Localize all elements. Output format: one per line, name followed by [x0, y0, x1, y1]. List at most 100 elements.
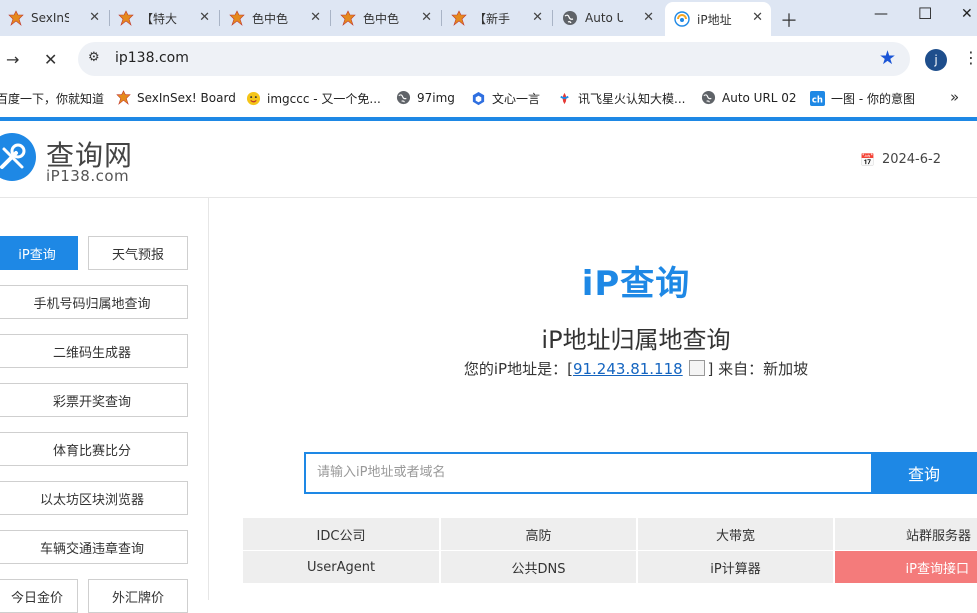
ip-location: ] 来自：新加坡 — [707, 360, 809, 378]
tab-4[interactable]: 色中色 ✕ — [340, 2, 440, 34]
bookmark-item[interactable]: 文心一言 — [471, 90, 540, 107]
sidebar-item-lottery[interactable]: 彩票开奖查询 — [0, 383, 188, 417]
tab-divider — [552, 10, 553, 26]
tab-3[interactable]: 色中色 ✕ — [229, 2, 329, 34]
search-input[interactable]: 请输入iP地址或者域名 — [304, 452, 872, 494]
bookmark-item[interactable]: 百度一下，你就知道 — [0, 90, 104, 107]
sidebar-item-ip-query[interactable]: iP查询 — [0, 236, 78, 270]
bookmark-label: 文心一言 — [492, 92, 541, 106]
link-bandwidth[interactable]: 大带宽 — [638, 518, 833, 550]
logo-tools-icon[interactable] — [0, 133, 36, 181]
stop-loading-icon[interactable]: ✕ — [44, 50, 57, 69]
ip-address-link[interactable]: 91.243.81.118 — [573, 360, 683, 378]
sidebar-item-traffic[interactable]: 车辆交通违章查询 — [0, 530, 188, 564]
link-ip-calculator[interactable]: iP计算器 — [638, 551, 833, 583]
sidebar-item-weather[interactable]: 天气预报 — [88, 236, 188, 270]
tab-6[interactable]: Auto U ✕ — [562, 2, 662, 34]
tab-title: Auto U — [585, 11, 623, 25]
globe-icon — [396, 90, 411, 105]
close-tab-icon[interactable]: ✕ — [89, 10, 100, 25]
bookmark-label: 一图 - 你的意图 — [831, 92, 915, 106]
bookmark-item[interactable]: 讯飞星火认知大模... — [557, 90, 685, 107]
page-title: iP查询 — [581, 264, 691, 304]
tab-favicon-icon — [229, 10, 245, 26]
globe-icon — [701, 90, 716, 105]
bookmark-item[interactable]: imgccc - 又一个免... — [246, 90, 381, 107]
browser-toolbar: → ✕ ⚙ ip138.com ★ — [0, 36, 977, 82]
bookmark-label: SexInSex! Board — [137, 90, 236, 105]
profile-avatar[interactable]: j — [925, 49, 947, 71]
bookmark-label: 百度一下，你就知道 — [0, 92, 105, 106]
tab-title: iP地址 — [697, 12, 732, 27]
tab-favicon-icon — [451, 10, 467, 26]
site-header: 查询网 iP138.com 📅 2024-6-2 — [0, 121, 977, 198]
main-content: iP查询 iP地址归属地查询 您的iP地址是：[91.243.81.118 ] … — [210, 198, 977, 600]
date-display: 📅 2024-6-2 — [860, 152, 941, 167]
globe-icon — [563, 11, 577, 25]
tab-title: 【特大 — [141, 11, 178, 26]
tab-title: 色中色 — [363, 11, 400, 26]
tab-active[interactable]: iP地址 ✕ — [665, 2, 771, 36]
sidebar-item-forex[interactable]: 外汇牌价 — [88, 579, 188, 613]
broken-image-icon — [689, 360, 706, 376]
link-public-dns[interactable]: 公共DNS — [441, 551, 636, 583]
bookmark-label: 讯飞星火认知大模... — [578, 92, 686, 106]
bookmark-item[interactable]: Auto URL 02 — [701, 90, 797, 105]
close-tab-icon[interactable]: ✕ — [752, 10, 763, 25]
close-tab-icon[interactable]: ✕ — [643, 10, 654, 25]
sidebar-item-sports[interactable]: 体育比赛比分 — [0, 432, 188, 466]
site-info-icon[interactable]: ⚙ — [88, 50, 100, 65]
cube-icon — [472, 91, 485, 106]
link-ip-api[interactable]: iP查询接口 — [835, 551, 977, 583]
close-tab-icon[interactable]: ✕ — [532, 10, 543, 25]
bookmark-favicon-icon — [116, 90, 131, 105]
logo-domain[interactable]: iP138.com — [46, 167, 129, 185]
link-cluster-server[interactable]: 站群服务器 — [835, 518, 977, 550]
date-text: 2024-6-2 — [881, 152, 941, 167]
tab-divider — [330, 10, 331, 26]
tab-divider — [441, 10, 442, 26]
ch-logo-icon: ch — [810, 91, 825, 106]
url-text[interactable]: ip138.com — [115, 50, 189, 66]
sidebar-item-ethereum[interactable]: 以太坊区块浏览器 — [0, 481, 188, 515]
link-ddos-protection[interactable]: 高防 — [441, 518, 636, 550]
tab-2[interactable]: 【特大 ✕ — [118, 2, 218, 34]
page-subtitle: iP地址归属地查询 — [541, 326, 731, 354]
bookmark-label: Auto URL 02 — [722, 90, 797, 105]
tab-favicon-icon — [118, 10, 134, 26]
tab-5[interactable]: 【新手 ✕ — [451, 2, 551, 34]
bookmarks-bar: 百度一下，你就知道 SexInSex! Board imgccc - 又一个免.… — [0, 82, 977, 114]
smiley-icon — [246, 91, 261, 106]
ip-prefix: 您的iP地址是：[ — [463, 360, 573, 378]
close-window-icon[interactable]: ✕ — [961, 6, 973, 22]
tab-divider — [109, 10, 110, 26]
new-tab-icon[interactable]: ＋ — [780, 7, 798, 33]
forward-icon[interactable]: → — [6, 50, 19, 69]
spark-icon — [560, 92, 569, 105]
sidebar-item-qrcode[interactable]: 二维码生成器 — [0, 334, 188, 368]
calendar-icon: 📅 — [860, 152, 875, 167]
menu-kebab-icon[interactable]: ⋮ — [963, 48, 977, 67]
bookmark-item[interactable]: ch 一图 - 你的意图 — [810, 90, 915, 107]
close-tab-icon[interactable]: ✕ — [310, 10, 321, 25]
close-tab-icon[interactable]: ✕ — [421, 10, 432, 25]
close-tab-icon[interactable]: ✕ — [199, 10, 210, 25]
tab-favicon-icon — [8, 10, 24, 26]
link-idc[interactable]: IDC公司 — [243, 518, 439, 550]
minimize-icon[interactable]: — — [874, 6, 888, 22]
sidebar-item-phone-location[interactable]: 手机号码归属地查询 — [0, 285, 188, 319]
tab-title: SexInS — [31, 11, 69, 25]
bookmark-star-icon[interactable]: ★ — [879, 47, 896, 69]
bookmark-item[interactable]: 97img — [396, 90, 455, 105]
link-useragent[interactable]: UserAgent — [243, 551, 439, 583]
tab-strip: SexInS ✕ 【特大 ✕ 色中色 ✕ 色中色 ✕ 【新手 ✕ Auto U … — [0, 0, 977, 36]
tab-favicon-icon — [340, 10, 356, 26]
more-bookmarks-icon[interactable]: » — [950, 88, 959, 106]
sidebar-item-gold-price[interactable]: 今日金价 — [0, 579, 78, 613]
tab-divider — [219, 10, 220, 26]
search-button[interactable]: 查询 — [871, 452, 977, 494]
address-bar[interactable]: ⚙ ip138.com ★ — [78, 42, 910, 76]
bookmark-item[interactable]: SexInSex! Board — [116, 90, 236, 105]
maximize-icon[interactable]: ☐ — [918, 4, 932, 23]
tab-1[interactable]: SexInS ✕ — [8, 2, 108, 34]
